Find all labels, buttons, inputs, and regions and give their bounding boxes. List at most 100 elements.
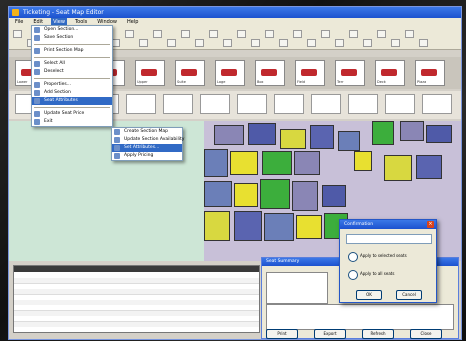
thumbnail-label: Lower [17, 80, 28, 84]
data-grid[interactable] [13, 265, 260, 333]
menu-item[interactable]: Open Section... [32, 26, 112, 34]
seat-section[interactable] [338, 131, 360, 151]
toolbar-button[interactable] [167, 39, 176, 47]
thumbnail-label: Plaza [417, 80, 427, 84]
section-shape-icon [181, 69, 197, 76]
section-thumbnail[interactable]: Box [255, 60, 285, 86]
seat-section[interactable] [294, 151, 320, 175]
toolbar-button[interactable] [237, 30, 246, 38]
section-thumbnail[interactable]: Field [295, 60, 325, 86]
seat-section[interactable] [234, 211, 262, 241]
thumbnail-label: Loge [217, 80, 226, 84]
section-thumbnail[interactable]: Upper [135, 60, 165, 86]
menu-item-icon [114, 153, 120, 159]
toolbar-button[interactable] [265, 30, 274, 38]
toolbar-button[interactable] [125, 30, 134, 38]
close-button[interactable]: Close [410, 329, 442, 339]
toolbar-button[interactable] [391, 39, 400, 47]
section-info-card[interactable] [200, 94, 230, 114]
radio-selected[interactable] [348, 252, 358, 262]
menu-item[interactable]: Set Attributes... [112, 144, 182, 152]
menu-item[interactable]: Properties... [32, 81, 112, 89]
toolbar-button[interactable] [181, 30, 190, 38]
menu-item[interactable]: Create Section Map [112, 128, 182, 136]
toolbar-button[interactable] [13, 30, 22, 38]
menu-item[interactable]: Save Section [32, 34, 112, 42]
menu-file[interactable]: File [13, 18, 25, 27]
toolbar-button[interactable] [363, 39, 372, 47]
menu-item[interactable]: Apply Pricing [112, 152, 182, 160]
ok-button[interactable]: OK [356, 290, 382, 300]
seat-section[interactable] [296, 215, 322, 239]
seat-section[interactable] [426, 125, 452, 143]
section-info-card[interactable] [385, 94, 415, 114]
section-info-card[interactable] [274, 94, 304, 114]
seat-section[interactable] [234, 183, 258, 207]
dialog-field[interactable] [346, 234, 432, 244]
seat-section[interactable] [292, 181, 318, 211]
menu-separator [34, 57, 110, 58]
export-button[interactable]: Export [314, 329, 346, 339]
toolbar-button[interactable] [293, 30, 302, 38]
menu-item[interactable]: Seat Attributes [32, 97, 112, 105]
toolbar-button[interactable] [405, 30, 414, 38]
menu-item[interactable]: Add Section [32, 89, 112, 97]
seat-section[interactable] [322, 185, 346, 207]
toolbar-button[interactable] [195, 39, 204, 47]
toolbar-button[interactable] [153, 30, 162, 38]
section-info-card[interactable] [163, 94, 193, 114]
toolbar-button[interactable] [251, 39, 260, 47]
toolbar-button[interactable] [321, 30, 330, 38]
seat-section[interactable] [280, 129, 306, 149]
seat-section[interactable] [264, 213, 294, 241]
section-thumbnail[interactable]: Terr [335, 60, 365, 86]
seat-section[interactable] [230, 151, 258, 175]
menu-item[interactable]: Update Seat Price [32, 110, 112, 118]
section-thumbnail[interactable]: Loge [215, 60, 245, 86]
section-thumbnail[interactable]: Deck [375, 60, 405, 86]
seat-section[interactable] [260, 179, 290, 209]
menu-item[interactable]: Select All [32, 60, 112, 68]
toolbar-button[interactable] [209, 30, 218, 38]
seat-section[interactable] [204, 211, 230, 241]
menu-help[interactable]: Help [125, 18, 140, 27]
refresh-button[interactable]: Refresh [362, 329, 394, 339]
menu-item[interactable]: Deselect [32, 68, 112, 76]
seat-section[interactable] [354, 151, 372, 171]
section-thumbnail[interactable]: Plaza [415, 60, 445, 86]
seat-section[interactable] [248, 123, 276, 145]
toolbar-button[interactable] [307, 39, 316, 47]
section-info-card[interactable] [126, 94, 156, 114]
cancel-button[interactable]: Cancel [396, 290, 422, 300]
section-info-card[interactable] [237, 94, 267, 114]
seat-section[interactable] [204, 149, 228, 177]
section-info-card[interactable] [348, 94, 378, 114]
seat-section[interactable] [310, 125, 334, 149]
menu-item[interactable]: Print Section Map [32, 47, 112, 55]
section-info-card[interactable] [422, 94, 452, 114]
print-button[interactable]: Print [266, 329, 298, 339]
table-row[interactable] [14, 327, 259, 332]
toolbar-button[interactable] [223, 39, 232, 47]
section-info-card[interactable] [311, 94, 341, 114]
toolbar-button[interactable] [349, 30, 358, 38]
seat-section[interactable] [416, 155, 442, 179]
menu-item[interactable]: Exit [32, 118, 112, 126]
toolbar-button[interactable] [279, 39, 288, 47]
context-menu-view: Open Section... Save Section Print Section… [31, 25, 113, 127]
toolbar-button[interactable] [419, 39, 428, 47]
toolbar-button[interactable] [377, 30, 386, 38]
seat-section[interactable] [400, 121, 424, 141]
seat-section[interactable] [372, 121, 394, 145]
menu-item[interactable]: Update Section Availability [112, 136, 184, 144]
toolbar-button[interactable] [335, 39, 344, 47]
seat-section[interactable] [384, 155, 412, 181]
radio-all[interactable] [348, 270, 358, 280]
toolbar-button[interactable] [139, 39, 148, 47]
seat-section[interactable] [214, 125, 244, 145]
section-thumbnail[interactable]: Suite [175, 60, 205, 86]
thumbnail-label: Deck [377, 80, 386, 84]
seat-section[interactable] [204, 181, 232, 207]
seat-section[interactable] [262, 151, 292, 175]
close-icon[interactable]: × [427, 221, 434, 228]
